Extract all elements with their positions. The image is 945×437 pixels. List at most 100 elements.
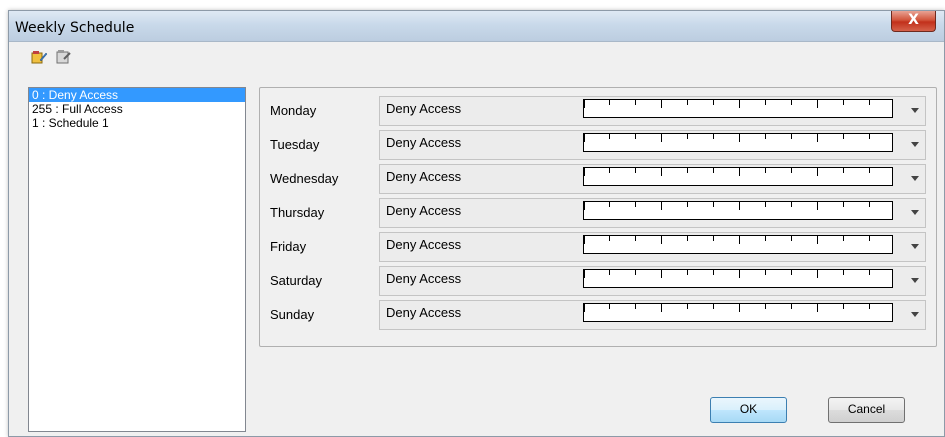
timeline-tick [765, 304, 766, 309]
timeline-tick [584, 134, 585, 142]
timeline-tick [635, 168, 636, 173]
day-schedule-dropdown[interactable]: Deny Access [379, 96, 926, 126]
timeline-tick [817, 304, 818, 312]
timeline-tick [635, 270, 636, 275]
timeline-tick [765, 168, 766, 173]
timeline-tick [843, 270, 844, 275]
timeline-tick [791, 168, 792, 173]
day-schedule-dropdown[interactable]: Deny Access [379, 130, 926, 160]
timeline-tick [713, 168, 714, 173]
timeline-tick [739, 168, 740, 176]
timeline-tick [869, 100, 870, 105]
timeline-tick [892, 236, 893, 244]
cancel-button[interactable]: Cancel [828, 397, 905, 423]
timeline-tick [635, 134, 636, 139]
day-schedule-dropdown[interactable]: Deny Access [379, 164, 926, 194]
timeline-tick [892, 304, 893, 312]
timeline-tick [609, 134, 610, 139]
timeline-tick [817, 100, 818, 108]
timeline-tick [765, 100, 766, 105]
timeline-tick [843, 202, 844, 207]
day-schedule-dropdown[interactable]: Deny Access [379, 300, 926, 330]
schedule-timeline-bar [583, 133, 893, 152]
day-schedule-dropdown[interactable]: Deny Access [379, 266, 926, 296]
timeline-tick [739, 134, 740, 142]
schedule-list[interactable]: 0 : Deny Access 255 : Full Access 1 : Sche… [28, 87, 246, 432]
timeline-tick [869, 304, 870, 309]
schedule-timeline-bar [583, 99, 893, 118]
timeline-tick [892, 202, 893, 210]
selected-schedule-text: Deny Access [386, 135, 462, 150]
timeline-tick [713, 202, 714, 207]
timeline-tick [661, 270, 662, 278]
close-button[interactable]: X [891, 11, 936, 32]
close-icon: X [908, 12, 919, 28]
timeline-tick [739, 100, 740, 108]
timeline-tick [869, 168, 870, 173]
timeline-tick [713, 270, 714, 275]
timeline-tick [661, 134, 662, 142]
timeline-tick [687, 304, 688, 309]
timeline-tick [661, 100, 662, 108]
timeline-tick [869, 134, 870, 139]
timeline-tick [661, 202, 662, 210]
timeline-tick [713, 236, 714, 241]
day-schedule-group: Monday Deny Access Tuesday Deny Access Wedne… [259, 87, 937, 347]
timeline-tick [661, 304, 662, 312]
timeline-tick [687, 202, 688, 207]
timeline-tick [635, 236, 636, 241]
chevron-down-icon[interactable] [911, 244, 919, 249]
timeline-tick [584, 236, 585, 244]
timeline-tick [817, 168, 818, 176]
chevron-down-icon[interactable] [911, 108, 919, 113]
schedule-list-item[interactable]: 0 : Deny Access [29, 88, 245, 102]
timeline-tick [584, 304, 585, 312]
ok-button[interactable]: OK [710, 397, 787, 423]
day-label: Sunday [270, 307, 315, 322]
timeline-tick [713, 134, 714, 139]
timeline-tick [817, 202, 818, 210]
selected-schedule-text: Deny Access [386, 101, 462, 116]
timeline-tick [609, 270, 610, 275]
day-schedule-dropdown[interactable]: Deny Access [379, 198, 926, 228]
day-row-monday: Monday Deny Access [260, 94, 936, 126]
timeline-tick [609, 202, 610, 207]
timeline-tick [765, 134, 766, 139]
timeline-tick [687, 100, 688, 105]
selected-schedule-text: Deny Access [386, 271, 462, 286]
chevron-down-icon[interactable] [911, 210, 919, 215]
chevron-down-icon[interactable] [911, 278, 919, 283]
timeline-tick [635, 202, 636, 207]
timeline-tick [687, 168, 688, 173]
timeline-tick [791, 304, 792, 309]
day-row-friday: Friday Deny Access [260, 230, 936, 262]
delete-schedule-icon[interactable] [53, 47, 73, 67]
timeline-tick [713, 304, 714, 309]
day-schedule-dropdown[interactable]: Deny Access [379, 232, 926, 262]
edit-schedule-icon[interactable] [29, 47, 49, 67]
timeline-tick [817, 236, 818, 244]
title-bar[interactable]: Weekly Schedule X [9, 11, 944, 42]
schedule-list-item[interactable]: 255 : Full Access [29, 102, 245, 116]
day-label: Saturday [270, 273, 323, 288]
schedule-list-item[interactable]: 1 : Schedule 1 [29, 116, 245, 130]
day-label: Wednesday [270, 171, 339, 186]
day-row-tuesday: Tuesday Deny Access [260, 128, 936, 160]
schedule-timeline-bar [583, 235, 893, 254]
day-label: Monday [270, 103, 317, 118]
timeline-tick [713, 100, 714, 105]
weekly-schedule-dialog: Weekly Schedule X 0 : Deny Access 255 : F… [8, 10, 945, 437]
timeline-tick [635, 100, 636, 105]
timeline-tick [661, 236, 662, 244]
timeline-tick [584, 100, 585, 108]
timeline-tick [609, 100, 610, 105]
chevron-down-icon[interactable] [911, 142, 919, 147]
timeline-tick [869, 270, 870, 275]
timeline-tick [687, 270, 688, 275]
chevron-down-icon[interactable] [911, 312, 919, 317]
timeline-tick [892, 134, 893, 142]
timeline-tick [843, 134, 844, 139]
day-row-saturday: Saturday Deny Access [260, 264, 936, 296]
chevron-down-icon[interactable] [911, 176, 919, 181]
timeline-tick [765, 236, 766, 241]
